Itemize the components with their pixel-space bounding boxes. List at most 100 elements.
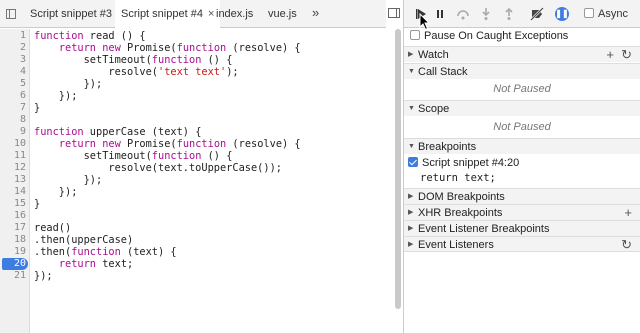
section-scope[interactable]: ▼ Scope [404,100,640,116]
editor-tab-bar: Script snippet #3 Script snippet #4 × ind… [0,0,386,28]
section-label: DOM Breakpoints [418,191,505,203]
line-number[interactable]: 11 [0,150,26,162]
section-watch[interactable]: ▶ Watch + ↻ [404,46,640,62]
line-number[interactable]: 19 [0,246,26,258]
call-stack-empty: Not Paused [404,79,640,100]
code-line[interactable]: setTimeout(function () { [34,54,233,66]
section-label: Call Stack [418,66,468,78]
async-checkbox[interactable]: Async [584,8,628,20]
triangle-down-icon: ▼ [408,143,415,150]
code-line[interactable]: function read () { [34,30,146,42]
section-label: Watch [418,49,449,61]
pause-on-caught-exceptions[interactable]: Pause On Caught Exceptions [404,26,640,46]
code-line[interactable]: read() [34,222,71,234]
code-line[interactable]: }); [34,78,103,90]
scope-empty: Not Paused [404,116,640,138]
code-line[interactable]: }); [34,186,78,198]
line-number[interactable]: 13 [0,174,26,186]
code-line[interactable]: resolve(text.toUpperCase()); [34,162,282,174]
triangle-down-icon: ▼ [408,68,415,75]
section-event-listener-breakpoints[interactable]: ▶ Event Listener Breakpoints [404,220,640,236]
line-number[interactable]: 1 [0,30,26,42]
scrollbar-thumb[interactable] [395,29,401,309]
code-line[interactable]: .then(upperCase) [34,234,133,246]
line-number[interactable]: 5 [0,78,26,90]
code-line[interactable]: function upperCase (text) { [34,126,201,138]
async-checkbox-box[interactable] [584,8,594,18]
section-dom-breakpoints[interactable]: ▶ DOM Breakpoints [404,188,640,204]
tab-script-snippet-4[interactable]: Script snippet #4 × [115,0,221,28]
code-line[interactable]: return text; [34,258,133,270]
triangle-right-icon: ▶ [408,225,414,232]
breakpoint-item[interactable]: Script snippet #4:20 [404,157,640,169]
section-xhr-breakpoints[interactable]: ▶ XHR Breakpoints + [404,204,640,220]
line-number[interactable]: 6 [0,90,26,102]
debugger-toolbar: ❚❚ Async [404,0,640,28]
code-line[interactable]: .then(function (text) { [34,246,177,258]
triangle-right-icon: ▶ [408,193,414,200]
code-line[interactable]: setTimeout(function () { [34,150,233,162]
tab-label: Script snippet #3 [30,8,112,20]
line-number[interactable]: 10 [0,138,26,150]
code-line[interactable]: }); [34,270,53,282]
close-icon[interactable]: × [208,8,214,20]
line-number[interactable]: 12 [0,162,26,174]
refresh-icon[interactable]: ↻ [621,237,632,252]
breakpoint-marker[interactable]: 20 [2,258,28,270]
breakpoint-location: Script snippet #4:20 [422,157,520,169]
pause-on-caught-label: Pause On Caught Exceptions [424,30,569,42]
pause-on-exceptions-icon[interactable]: ❚❚ [555,7,569,21]
add-xhr-breakpoint-icon[interactable]: + [624,205,632,220]
section-label: Event Listeners [418,239,494,251]
line-number[interactable]: 2 [0,42,26,54]
line-number[interactable]: 17 [0,222,26,234]
section-label: Event Listener Breakpoints [418,223,550,235]
breakpoint-checkbox[interactable] [408,157,418,167]
pause-on-caught-checkbox[interactable] [410,30,420,40]
tab-label: vue.js [268,8,297,20]
code-line[interactable]: }); [34,90,78,102]
line-number[interactable]: 16 [0,210,26,222]
line-number-gutter[interactable]: 1 2 3 4 5 6 7 8 9 10 11 12 13 14 15 16 1… [0,29,30,333]
line-number[interactable]: 9 [0,126,26,138]
add-watch-icon[interactable]: + [606,47,614,62]
code-editor[interactable]: 1 2 3 4 5 6 7 8 9 10 11 12 13 14 15 16 1… [0,29,386,333]
code-line[interactable]: }); [34,174,103,186]
tab-label: index.js [216,8,254,20]
tab-script-snippet-3[interactable]: Script snippet #3 [30,0,112,28]
code-line[interactable]: return new Promise(function (resolve) { [34,138,301,150]
line-number[interactable]: 14 [0,186,26,198]
step-into-icon[interactable] [479,7,493,21]
triangle-right-icon: ▶ [408,51,414,58]
refresh-icon[interactable]: ↻ [621,47,632,62]
breakpoint-code: return text; [420,172,496,184]
triangle-down-icon: ▼ [408,105,415,112]
code-line[interactable]: } [34,102,40,114]
deactivate-breakpoints-icon[interactable] [530,7,544,21]
tab-index-js[interactable]: index.js [216,0,253,28]
line-number[interactable]: 21 [0,270,26,282]
pause-icon[interactable] [433,7,447,21]
section-call-stack[interactable]: ▼ Call Stack [404,63,640,79]
section-label: Scope [418,103,450,115]
section-breakpoints[interactable]: ▼ Breakpoints [404,138,640,154]
more-tabs-icon[interactable]: » [312,0,319,28]
line-number[interactable]: 7 [0,102,26,114]
async-label: Async [598,8,628,20]
line-number[interactable]: 18 [0,234,26,246]
step-over-icon[interactable] [456,7,470,21]
code-line[interactable]: return new Promise(function (resolve) { [34,42,301,54]
line-number[interactable]: 15 [0,198,26,210]
line-number[interactable]: 8 [0,114,26,126]
line-number[interactable]: 4 [0,66,26,78]
line-number[interactable]: 3 [0,54,26,66]
navigator-toggle-icon[interactable] [6,9,16,19]
section-event-listeners[interactable]: ▶ Event Listeners ↻ [404,236,640,252]
code-line[interactable]: } [34,198,40,210]
editor-scrollbar[interactable] [394,29,402,309]
tab-label: Script snippet #4 [121,8,203,20]
tab-vue-js[interactable]: vue.js [268,0,297,28]
step-out-icon[interactable] [502,7,516,21]
code-line[interactable]: resolve('text text'); [34,66,238,78]
sidebar-toggle-icon[interactable] [388,8,400,18]
